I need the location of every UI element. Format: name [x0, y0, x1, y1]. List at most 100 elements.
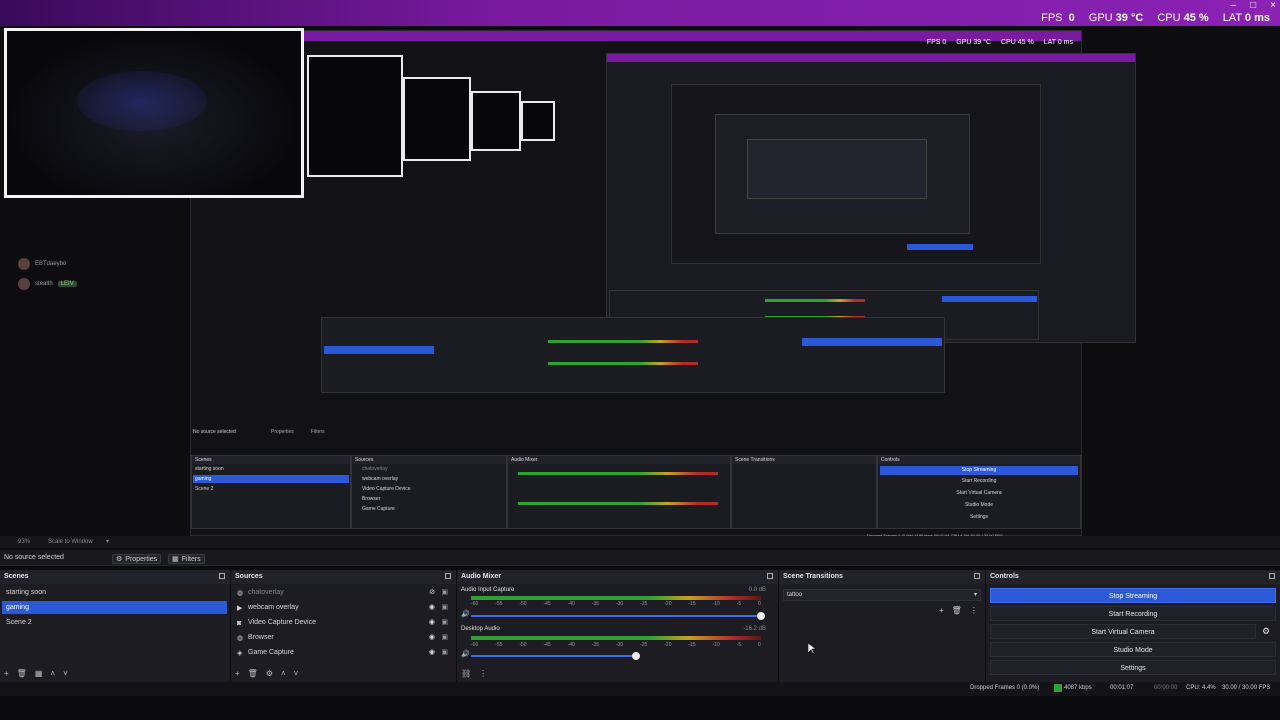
- trash-icon[interactable]: 🗑: [952, 606, 962, 615]
- eye-slash-icon[interactable]: ⊘: [429, 586, 435, 600]
- scene-item-selected[interactable]: gaming: [2, 601, 227, 614]
- cpu-value: 45 %: [1183, 12, 1209, 24]
- cascade-frame-2: [403, 77, 471, 161]
- transition-tools: + 🗑 ⋮: [939, 606, 978, 615]
- tick-label: -60: [471, 601, 479, 607]
- source-item[interactable]: ▶ webcam overlay ◉ ▣: [233, 601, 455, 615]
- menu-dots-icon[interactable]: ⋮: [970, 606, 978, 615]
- scene-item[interactable]: Scene 2: [2, 616, 227, 629]
- webcam-glow: [77, 71, 207, 131]
- scene-item[interactable]: starting soon: [2, 586, 227, 599]
- speaker-icon[interactable]: 🔊: [461, 650, 470, 658]
- gear-icon[interactable]: ⚙: [266, 669, 273, 678]
- gear-icon[interactable]: ⚙: [1262, 626, 1270, 637]
- move-down-icon[interactable]: ˅: [63, 669, 68, 678]
- tick-label: 0: [758, 642, 761, 648]
- volume-slider-handle[interactable]: [632, 652, 641, 660]
- zoom-level[interactable]: 93%: [18, 539, 30, 545]
- tunnel-stats-bar: [607, 54, 1135, 62]
- nested-scene-1: starting soon: [195, 466, 224, 472]
- webcam-frame: [4, 28, 304, 198]
- add-icon[interactable]: +: [235, 669, 240, 678]
- close-button[interactable]: ×: [1270, 0, 1276, 12]
- undock-icon[interactable]: [219, 573, 225, 579]
- mixer-toolbar: ⛓ ⋮: [461, 669, 487, 678]
- source-item[interactable]: ◙ Video Capture Device ◉ ▣: [233, 616, 455, 630]
- minimize-button[interactable]: –: [1231, 0, 1237, 12]
- move-down-icon[interactable]: ˅: [294, 669, 299, 678]
- sources-header: Sources: [231, 570, 456, 584]
- bitrate: 4087 kbps: [1064, 685, 1092, 691]
- stats-bar: – □ × FPS 0 GPU 39 °C CPU 45 % LAT 0 ms: [0, 0, 1280, 26]
- chat-message: stealth LEIV: [18, 278, 77, 290]
- volume-slider[interactable]: [471, 615, 761, 617]
- nested-studio-mode: Studio Mode: [964, 502, 994, 508]
- undock-icon[interactable]: [1269, 573, 1275, 579]
- properties-button[interactable]: ⚙ Properties: [112, 554, 162, 564]
- start-virtual-camera-button[interactable]: Start Virtual Camera: [990, 624, 1256, 639]
- link-icon[interactable]: ⛓: [461, 669, 471, 678]
- maximize-button[interactable]: □: [1250, 0, 1256, 12]
- tick-label: -45: [543, 601, 551, 607]
- trash-icon[interactable]: 🗑: [248, 669, 258, 678]
- preview-toolbar: 93% Scale to Window ▾: [0, 536, 1280, 548]
- nested-gpu: GPU 39 °C: [956, 39, 991, 46]
- tunnel-level-3: [747, 139, 927, 199]
- source-item[interactable]: ◍ Browser ◉ ▣: [233, 631, 455, 645]
- move-up-icon[interactable]: ˄: [50, 669, 55, 678]
- eye-icon[interactable]: ◉: [429, 616, 435, 630]
- record-time: 00:00:00: [1154, 685, 1178, 691]
- channel-name: Desktop Audio: [461, 626, 500, 632]
- undock-icon[interactable]: [767, 573, 773, 579]
- cascade-frame-3: [471, 91, 521, 151]
- nested-mixer-dock: Audio Mixer: [507, 455, 731, 529]
- settings-button[interactable]: Settings: [990, 660, 1276, 675]
- stream-preview[interactable]: FPS 0 GPU 39 °C CPU 45 % LAT 0 ms No sou…: [0, 26, 1280, 538]
- scenes-dock: Scenes starting soon gaming Scene 2 + 🗑 …: [0, 570, 231, 682]
- nested-filters: Filters: [311, 429, 325, 435]
- nested-scenes-dock: Scenes starting soon gaming Scene 2: [191, 455, 351, 529]
- move-up-icon[interactable]: ˄: [281, 669, 286, 678]
- chevron-down-icon[interactable]: ▾: [106, 538, 109, 545]
- tick-label: -10: [712, 601, 720, 607]
- scale-dropdown[interactable]: Scale to Window: [48, 539, 93, 545]
- studio-mode-button[interactable]: Studio Mode: [990, 642, 1276, 657]
- add-icon[interactable]: +: [4, 669, 9, 678]
- nested-transitions-dock: Scene Transitions: [731, 455, 877, 529]
- lock-icon[interactable]: ▣: [441, 601, 448, 615]
- cpu-stat: CPU 45 %: [1157, 12, 1208, 24]
- menu-dots-icon[interactable]: ⋮: [479, 669, 487, 678]
- lock-icon[interactable]: ▣: [441, 586, 448, 600]
- volume-slider[interactable]: [471, 655, 637, 657]
- source-item[interactable]: ◍ chatoverlay ⊘ ▣: [233, 586, 455, 600]
- eye-icon[interactable]: ◉: [429, 631, 435, 645]
- filter-icon[interactable]: ▦: [35, 669, 43, 678]
- camera-icon: ◙: [237, 619, 242, 627]
- source-item[interactable]: ◈ Game Capture ◉ ▣: [233, 646, 455, 660]
- eye-icon[interactable]: ◉: [429, 646, 435, 660]
- nested-source-5: Game Capture: [362, 506, 395, 512]
- lock-icon[interactable]: ▣: [441, 631, 448, 645]
- lock-icon[interactable]: ▣: [441, 616, 448, 630]
- nested-level-meter-2: [548, 362, 698, 365]
- nested-transitions-header: Scene Transitions: [732, 456, 876, 464]
- undock-icon[interactable]: [974, 573, 980, 579]
- add-icon[interactable]: +: [939, 606, 944, 615]
- start-recording-button[interactable]: Start Recording: [990, 606, 1276, 621]
- tick-label: -15: [688, 601, 696, 607]
- source-name: webcam overlay: [248, 604, 299, 611]
- volume-slider-handle[interactable]: [757, 612, 765, 620]
- eye-icon[interactable]: ◉: [429, 601, 435, 615]
- transition-select[interactable]: tattoo ▾: [783, 589, 981, 601]
- nested-virtual-camera: Start Virtual Camera: [956, 490, 1002, 496]
- nested-meter-2: [518, 502, 718, 505]
- lock-icon[interactable]: ▣: [441, 646, 448, 660]
- trash-icon[interactable]: 🗑: [17, 669, 27, 678]
- undock-icon[interactable]: [445, 573, 451, 579]
- speaker-icon[interactable]: 🔊: [461, 610, 470, 618]
- gamepad-icon: ◈: [237, 649, 243, 657]
- stop-streaming-button[interactable]: Stop Streaming: [990, 588, 1276, 603]
- filters-button[interactable]: ▦ Filters: [168, 554, 205, 564]
- tick-label: -40: [567, 642, 575, 648]
- tick-label: -30: [615, 601, 624, 607]
